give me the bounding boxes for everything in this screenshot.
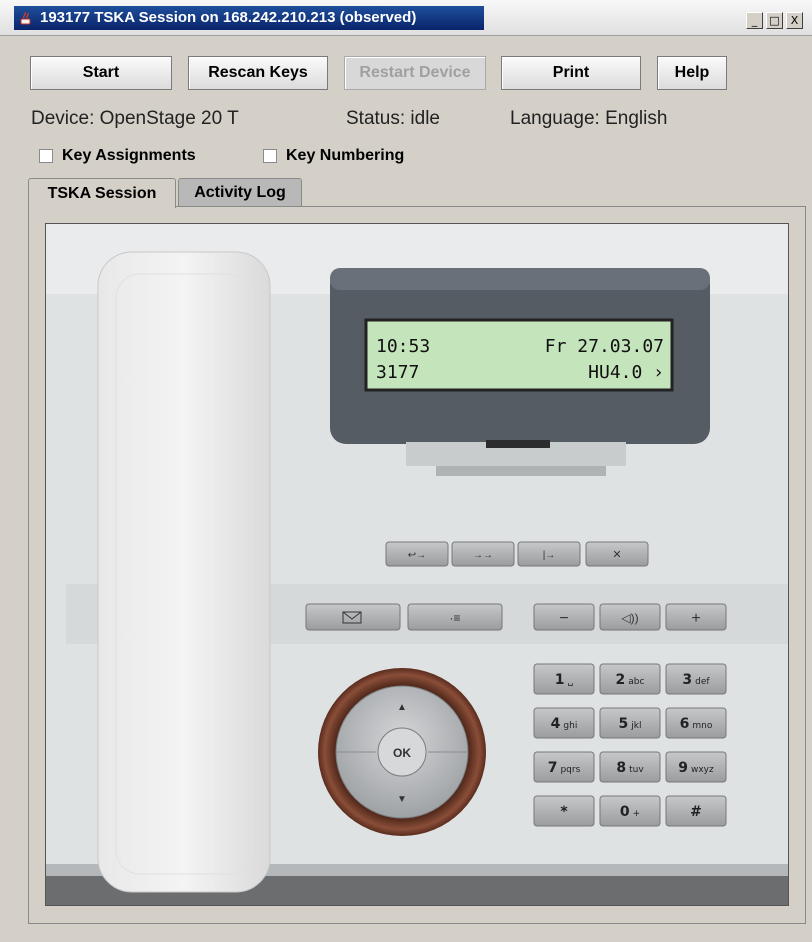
lcd-time: 10:53 (376, 336, 430, 357)
keypad-key-0[interactable] (599, 795, 661, 827)
transfer-icon: →→ (473, 550, 493, 561)
phone-drawing: 10:53 Fr 27.03.07 3177 HU4.0 › ↩→ →→ |→ … (46, 224, 788, 905)
maximize-button[interactable]: □ (766, 12, 783, 29)
print-button[interactable]: Print (501, 56, 641, 90)
help-button[interactable]: Help (657, 56, 727, 90)
key-assignments-checkbox[interactable]: Key Assignments (39, 146, 196, 166)
window-titlebar[interactable]: 193177 TSKA Session on 168.242.210.213 (… (0, 0, 812, 36)
session-panel: 10:53 Fr 27.03.07 3177 HU4.0 › ↩→ →→ |→ … (28, 206, 806, 924)
mute-icon: ✕ (612, 549, 621, 561)
volume-plus-label: + (691, 610, 700, 627)
messages-key[interactable] (305, 603, 401, 631)
key-numbering-checkbox[interactable]: Key Numbering (263, 146, 404, 166)
key-numbering-label: Key Numbering (286, 147, 405, 164)
minimize-button[interactable]: _ (746, 12, 763, 29)
language-label: Language: English (510, 108, 668, 129)
keypad-key-label: # (690, 804, 702, 820)
status-label: Status: idle (346, 108, 440, 129)
lcd-date: Fr 27.03.07 (545, 336, 664, 357)
volume-minus-label: − (559, 610, 568, 627)
close-button[interactable]: X (786, 12, 803, 29)
tab-activity-log[interactable]: Activity Log (178, 178, 302, 206)
java-app-icon (20, 11, 31, 25)
keypad-key-label: * (560, 804, 568, 820)
key-assignments-label: Key Assignments (62, 147, 196, 164)
restart-device-button[interactable]: Restart Device (344, 56, 486, 90)
nav-up-icon[interactable]: ▲ (397, 702, 407, 713)
menu-icon: ·≡ (450, 611, 461, 625)
nav-down-icon[interactable]: ▼ (397, 794, 407, 805)
phone-image[interactable]: 10:53 Fr 27.03.07 3177 HU4.0 › ↩→ →→ |→ … (45, 223, 789, 906)
device-label: Device: OpenStage 20 T (31, 108, 239, 129)
speaker-icon: ◁)) (621, 611, 638, 625)
forward-icon: |→ (543, 550, 556, 561)
window-title: 193177 TSKA Session on 168.242.210.213 (… (40, 9, 417, 26)
start-button[interactable]: Start (30, 56, 172, 90)
checkbox-box[interactable] (263, 149, 277, 163)
lcd-version: HU4.0 › (588, 362, 664, 383)
tab-tska-session[interactable]: TSKA Session (28, 178, 176, 208)
lcd-number: 3177 (376, 362, 419, 383)
redial-icon: ↩→ (408, 550, 426, 561)
checkbox-box[interactable] (39, 149, 53, 163)
rescan-keys-button[interactable]: Rescan Keys (188, 56, 328, 90)
keypad-key-5[interactable] (599, 707, 661, 739)
ok-label: OK (393, 746, 411, 760)
